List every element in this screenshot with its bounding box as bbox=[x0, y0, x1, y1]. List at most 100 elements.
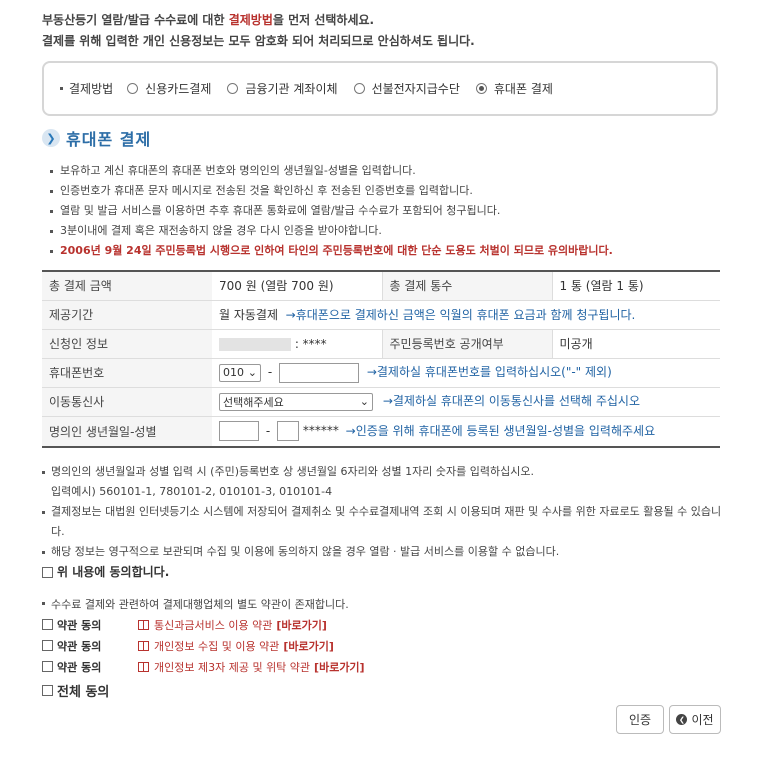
guide-item: 3분이내에 결제 혹은 재전송하지 않을 경우 다시 인증을 받아야합니다. bbox=[50, 221, 613, 241]
period-cell: 월 자동결제 →휴대폰으로 결제하신 금액은 익월의 휴대폰 요금과 함께 청구… bbox=[212, 300, 720, 330]
guide-item: 인증번호가 휴대폰 문자 메시지로 전송된 것을 확인하신 후 전송된 인증번호… bbox=[50, 181, 613, 201]
total-amount-value: 700 원 (열람 700 원) bbox=[212, 271, 382, 301]
radio-icon[interactable] bbox=[227, 83, 239, 94]
note-body: 명의인의 생년월일과 성별 입력 시 (주민)등록번호 상 생년월일 6자리와 … bbox=[51, 462, 534, 502]
birth-dash: - bbox=[265, 423, 271, 438]
intro-line-1: 부동산등기 열람/발급 수수료에 대한 결제방법을 먼저 선택하세요. bbox=[42, 10, 475, 31]
note-item: 명의인의 생년월일과 성별 입력 시 (주민)등록번호 상 생년월일 6자리와 … bbox=[42, 462, 722, 502]
agree-checkbox-row[interactable]: 위 내용에 동의합니다. bbox=[42, 562, 722, 582]
radio-label: 휴대폰 결제 bbox=[493, 82, 553, 96]
terms-shortcut[interactable]: [바로가기] bbox=[314, 659, 365, 675]
phone-number-input[interactable] bbox=[279, 362, 359, 383]
radio-icon[interactable] bbox=[127, 83, 139, 94]
notes-list: 명의인의 생년월일과 성별 입력 시 (주민)등록번호 상 생년월일 6자리와 … bbox=[42, 462, 722, 582]
radio-icon[interactable] bbox=[353, 83, 365, 94]
terms-agree-checkbox-row[interactable]: 약관 동의 bbox=[42, 617, 138, 633]
note-text: 결제정보는 대법원 인터넷등기소 시스템에 저장되어 결제취소 및 수수료결제내… bbox=[51, 505, 722, 538]
bullet-icon bbox=[42, 602, 45, 605]
terms-row: 약관 동의 통신과금서비스 이용 약관 [바로가기] bbox=[42, 614, 365, 635]
table-row: 명의인 생년월일-성별 - ****** →인증을 위해 휴대폰에 등록된 생년… bbox=[42, 416, 720, 448]
intro-line-2: 결제를 위해 입력한 개인 신용정보는 모두 암호화 되어 처리되므로 안심하셔… bbox=[42, 34, 475, 48]
bullet-icon bbox=[42, 511, 45, 514]
table-row: 제공기간 월 자동결제 →휴대폰으로 결제하신 금액은 익월의 휴대폰 요금과 … bbox=[42, 300, 720, 330]
applicant-suffix: : **** bbox=[294, 336, 327, 351]
terms-section: 수수료 결제와 관련하여 결제대행업체의 별도 약관이 존재합니다. 약관 동의… bbox=[42, 593, 365, 677]
guide-item: 열람 및 발급 서비스를 이용하면 추후 휴대폰 통화료에 열람/발급 수수료가… bbox=[50, 201, 613, 221]
masked-name bbox=[219, 337, 291, 351]
total-count-value: 1 통 (열람 1 통) bbox=[551, 271, 720, 301]
birth-cell: - ****** →인증을 위해 휴대폰에 등록된 생년월일-성별을 입력해주세… bbox=[212, 416, 720, 448]
terms-agree-checkbox[interactable] bbox=[42, 640, 53, 651]
chevron-down-icon: ⌄ bbox=[359, 395, 369, 409]
birth-date-input[interactable] bbox=[219, 421, 259, 442]
all-agree-checkbox[interactable] bbox=[42, 685, 53, 696]
bullet-icon bbox=[50, 189, 53, 193]
note-item: 해당 정보는 영구적으로 보관되며 수집 및 이용에 동의하지 않을 경우 열람… bbox=[42, 542, 722, 562]
rrn-public-label: 주민등록번호 공개여부 bbox=[381, 329, 552, 359]
terms-shortcut[interactable]: [바로가기] bbox=[283, 638, 334, 654]
radio-selected-icon[interactable] bbox=[475, 83, 487, 94]
cert-button[interactable]: 인증 bbox=[616, 705, 664, 734]
prev-button-label: 이전 bbox=[691, 713, 714, 727]
note-item: 결제정보는 대법원 인터넷등기소 시스템에 저장되어 결제취소 및 수수료결제내… bbox=[42, 502, 722, 542]
terms-link[interactable]: 개인정보 수집 및 이용 약관 [바로가기] bbox=[138, 638, 334, 654]
section-title-text: 휴대폰 결제 bbox=[66, 130, 152, 149]
bullet-icon bbox=[42, 471, 45, 474]
carrier-note: →결제하실 휴대폰의 이동통신사를 선택해 주십시오 bbox=[382, 394, 640, 409]
period-note: →휴대폰으로 결제하신 금액은 익월의 휴대폰 요금과 함께 청구됩니다. bbox=[285, 308, 636, 322]
bullet-icon bbox=[50, 249, 53, 253]
terms-link[interactable]: 통신과금서비스 이용 약관 [바로가기] bbox=[138, 617, 327, 633]
intro-line-1-post: 을 먼저 선택하세요. bbox=[272, 13, 375, 27]
radio-label: 신용카드결제 bbox=[145, 82, 212, 96]
terms-intro-text: 수수료 결제와 관련하여 결제대행업체의 별도 약관이 존재합니다. bbox=[51, 597, 349, 611]
all-agree-checkbox-row[interactable]: 전체 동의 bbox=[42, 681, 109, 700]
period-value: 월 자동결제 bbox=[219, 308, 279, 322]
terms-title: 개인정보 수집 및 이용 약관 bbox=[154, 639, 280, 653]
section-title: ❯ 휴대폰 결제 bbox=[42, 126, 151, 150]
rrn-public-value: 미공개 bbox=[551, 329, 720, 359]
carrier-label: 이동통신사 bbox=[42, 387, 212, 417]
prev-button[interactable]: ❮ 이전 bbox=[669, 705, 721, 734]
table-row: 신청인 정보 : **** 주민등록번호 공개여부 미공개 bbox=[42, 329, 720, 359]
agree-label: 위 내용에 동의합니다. bbox=[57, 565, 170, 579]
terms-intro: 수수료 결제와 관련하여 결제대행업체의 별도 약관이 존재합니다. bbox=[42, 593, 365, 614]
terms-row: 약관 동의 개인정보 제3자 제공 및 위탁 약관 [바로가기] bbox=[42, 656, 365, 677]
terms-title: 개인정보 제3자 제공 및 위탁 약관 bbox=[154, 660, 311, 674]
terms-agree-checkbox-row[interactable]: 약관 동의 bbox=[42, 659, 138, 675]
total-amount-label: 총 결제 금액 bbox=[42, 271, 212, 301]
gender-digit-input[interactable] bbox=[277, 421, 299, 442]
bullet-icon bbox=[42, 551, 45, 554]
intro-accent: 결제방법 bbox=[228, 13, 273, 27]
phone-dash: - bbox=[267, 365, 273, 379]
radio-prepaid[interactable]: 선불전자지급수단 bbox=[353, 80, 460, 97]
note-example: 입력예시) 560101-1, 780101-2, 010101-3, 0101… bbox=[51, 485, 333, 498]
carrier-select-value: 선택해주세요 bbox=[223, 395, 284, 409]
chevron-down-icon: ⌄ bbox=[247, 366, 257, 379]
table-row: 이동통신사 선택해주세요 ⌄ →결제하실 휴대폰의 이동통신사를 선택해 주십시오 bbox=[42, 387, 720, 417]
radio-label: 선불전자지급수단 bbox=[371, 82, 460, 96]
phone-prefix-select[interactable]: 010 ⌄ bbox=[219, 363, 261, 382]
cert-button-label: 인증 bbox=[628, 713, 652, 727]
radio-bank-transfer[interactable]: 금융기관 계좌이체 bbox=[227, 80, 338, 97]
payment-method-box: 결제방법 신용카드결제 금융기관 계좌이체 선불전자지급수단 휴대폰 결제 bbox=[42, 61, 718, 116]
intro-text: 부동산등기 열람/발급 수수료에 대한 결제방법을 먼저 선택하세요. 결제를 … bbox=[42, 10, 475, 52]
radio-mobile[interactable]: 휴대폰 결제 bbox=[475, 80, 553, 97]
note-text: 해당 정보는 영구적으로 보관되며 수집 및 이용에 동의하지 않을 경우 열람… bbox=[51, 545, 560, 558]
terms-agree-checkbox-row[interactable]: 약관 동의 bbox=[42, 638, 138, 654]
radio-credit-card[interactable]: 신용카드결제 bbox=[127, 80, 211, 97]
agree-checkbox[interactable] bbox=[42, 566, 53, 578]
table-row: 휴대폰번호 010 ⌄ - →결제하실 휴대폰번호를 입력하십시오("-" 제외) bbox=[42, 358, 720, 388]
terms-agree-checkbox[interactable] bbox=[42, 619, 53, 630]
terms-shortcut[interactable]: [바로가기] bbox=[276, 617, 327, 633]
terms-link[interactable]: 개인정보 제3자 제공 및 위탁 약관 [바로가기] bbox=[138, 659, 365, 675]
terms-agree-label: 약관 동의 bbox=[57, 618, 102, 632]
phone-prefix-value: 010 bbox=[223, 366, 244, 379]
terms-agree-checkbox[interactable] bbox=[42, 661, 53, 672]
guide-item: 보유하고 계신 휴대폰의 휴대폰 번호와 명의인의 생년월일-성별을 입력합니다… bbox=[50, 161, 613, 181]
bullet-icon bbox=[60, 87, 63, 90]
chevron-left-icon: ❮ bbox=[676, 714, 688, 725]
carrier-select[interactable]: 선택해주세요 ⌄ bbox=[219, 392, 373, 411]
carrier-cell: 선택해주세요 ⌄ →결제하실 휴대폰의 이동통신사를 선택해 주십시오 bbox=[212, 387, 720, 417]
all-agree-label: 전체 동의 bbox=[57, 685, 110, 700]
bullet-icon bbox=[50, 169, 53, 173]
